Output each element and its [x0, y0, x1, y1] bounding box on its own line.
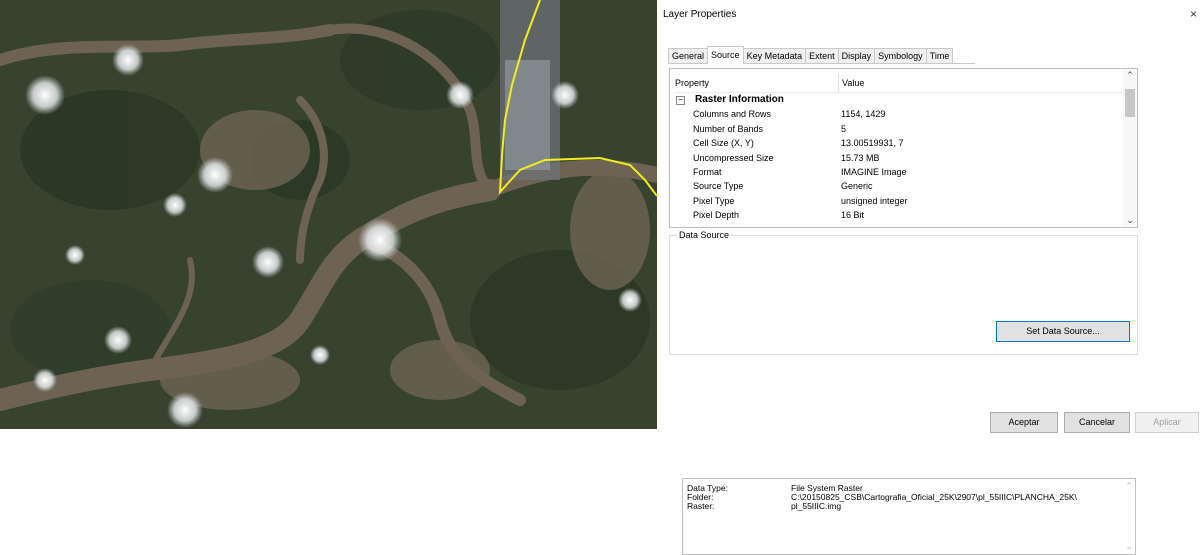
section-raster-information[interactable]: − Raster Information — [675, 93, 1123, 107]
tab-key-metadata[interactable]: Key Metadata — [742, 48, 807, 64]
property-value: 16 Bit — [841, 210, 865, 221]
ok-button[interactable]: Aceptar — [990, 412, 1058, 433]
property-key: Source Type — [693, 181, 744, 192]
data-source-group-label: Data Source — [677, 230, 732, 241]
table-row[interactable]: Columns and Rows 1154, 1429 — [675, 107, 1123, 121]
tab-general[interactable]: General — [668, 48, 709, 64]
imagery-canvas — [0, 0, 657, 429]
property-key: Pixel Type — [693, 195, 735, 206]
table-row[interactable]: Number of Bands 5 — [675, 122, 1123, 136]
property-key: Cell Size (X, Y) — [693, 138, 754, 149]
tab-symbology[interactable]: Symbology — [874, 48, 927, 64]
tab-strip: General Source Key Metadata Extent Displ… — [668, 46, 954, 64]
table-header: Property Value — [675, 74, 1123, 93]
set-data-source-button[interactable]: Set Data Source... — [996, 321, 1130, 342]
property-value: 15.73 MB — [841, 152, 880, 163]
property-key: Format — [693, 166, 722, 177]
tab-source[interactable]: Source — [707, 46, 744, 64]
chevron-down-icon[interactable]: ⌄ — [1123, 541, 1135, 552]
raster-label: Raster: — [687, 501, 715, 511]
table-row[interactable]: Source Type Generic — [675, 179, 1123, 193]
property-scrollbar[interactable]: ⌃ ⌄ — [1123, 69, 1137, 227]
property-table: Property Value − Raster Information Colu… — [675, 74, 1123, 223]
table-row[interactable]: Pixel Type unsigned integer — [675, 194, 1123, 208]
property-value: IMAGINE Image — [841, 166, 907, 177]
tab-display[interactable]: Display — [837, 48, 876, 64]
section-label: Raster Information — [695, 94, 784, 105]
table-row[interactable]: Format IMAGINE Image — [675, 165, 1123, 179]
table-row[interactable]: Pixel Depth 16 Bit — [675, 208, 1123, 222]
table-row[interactable]: Uncompressed Size 15.73 MB — [675, 151, 1123, 165]
scrollbar-thumb[interactable] — [1125, 89, 1135, 117]
property-key: Uncompressed Size — [693, 152, 774, 163]
minus-box-icon[interactable]: − — [676, 96, 685, 105]
satellite-imagery-map[interactable] — [0, 0, 657, 429]
raster-row: Raster: pl_55IIIC.img — [687, 501, 841, 511]
cancel-button[interactable]: Cancelar — [1064, 412, 1130, 433]
property-key: Columns and Rows — [693, 109, 772, 120]
data-source-scrollbar[interactable]: ⌃ ⌄ — [1123, 479, 1135, 554]
property-value: unsigned integer — [841, 195, 908, 206]
property-grid[interactable]: Property Value − Raster Information Colu… — [669, 68, 1138, 228]
close-icon[interactable]: × — [1190, 7, 1197, 21]
property-value: Generic — [841, 181, 873, 192]
chevron-up-icon[interactable]: ⌃ — [1123, 481, 1135, 492]
data-source-textbox[interactable]: Data Type: File System Raster Folder: C:… — [682, 478, 1136, 555]
property-key: Number of Bands — [693, 123, 764, 134]
table-row[interactable]: Cell Size (X, Y) 13.00519931, 7 — [675, 136, 1123, 150]
column-header-value[interactable]: Value — [838, 74, 864, 92]
tab-extent[interactable]: Extent — [805, 48, 839, 64]
property-value: 5 — [841, 123, 847, 134]
property-value: 1154, 1429 — [841, 109, 886, 120]
data-source-group: Data Source Data Type: File System Raste… — [669, 230, 1138, 555]
column-header-property[interactable]: Property — [675, 74, 709, 92]
chevron-down-icon[interactable]: ⌄ — [1123, 215, 1137, 226]
title-bar[interactable]: Layer Properties × — [657, 0, 1200, 26]
raster-value: pl_55IIIC.img — [791, 501, 842, 511]
chevron-up-icon[interactable]: ⌃ — [1123, 70, 1137, 81]
layer-properties-dialog: Layer Properties × General Source Key Me… — [657, 0, 1200, 555]
dialog-title: Layer Properties — [663, 9, 737, 20]
property-value: 13.00519931, 7 — [841, 138, 904, 149]
property-key: Pixel Depth — [693, 210, 740, 221]
tab-time[interactable]: Time — [925, 48, 954, 64]
apply-button[interactable]: Aplicar — [1135, 412, 1199, 433]
